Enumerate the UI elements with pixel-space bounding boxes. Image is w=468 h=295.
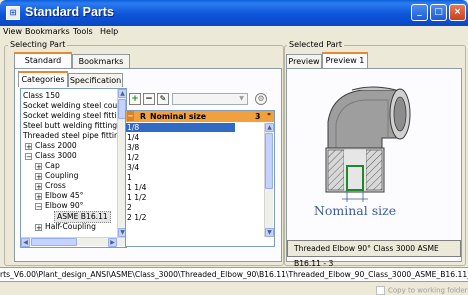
list-vertical-scrollbar[interactable]: ▲ ▼ — [264, 123, 274, 237]
column-value: 3 — [255, 112, 261, 121]
column-nominal-size[interactable]: Nominal size — [150, 112, 206, 121]
list-item[interactable]: 2 — [127, 203, 132, 212]
tree-item[interactable]: + Cap — [35, 161, 60, 171]
list-item[interactable]: 1/4 — [127, 133, 139, 142]
tab-preview-1[interactable]: Preview 1 — [322, 52, 368, 68]
menu-bar: View Bookmarks Tools Help — [0, 26, 468, 39]
tree-item[interactable]: Steel butt welding fitting — [23, 121, 117, 131]
chevron-down-icon[interactable]: ▼ — [237, 95, 246, 103]
tree-item[interactable]: + Half-Coupling — [35, 222, 96, 232]
tree-item[interactable]: + Class 2000 — [25, 141, 77, 151]
expand-icon[interactable]: + — [35, 182, 42, 190]
file-path-bar: rts_V6.00\Plant_design_ANSI\ASME\Class_3… — [0, 267, 468, 282]
column-unit: " — [267, 112, 272, 121]
selecting-part-label: Selecting Part — [8, 40, 68, 49]
scroll-up-icon[interactable]: ▲ — [265, 123, 274, 132]
expand-icon[interactable]: + — [35, 223, 42, 231]
nominal-size-list: − R Nominal size 3 " 1/8 1/4 3/8 1/2 3/4… — [125, 110, 275, 247]
tree-item[interactable]: Socket welding steel coupl — [23, 101, 124, 111]
menu-tools[interactable]: Tools — [73, 27, 93, 36]
collapse-icon[interactable]: − — [25, 152, 32, 160]
tree-item[interactable]: + Cross — [35, 181, 66, 191]
list-item[interactable]: 1 1/4 — [127, 183, 146, 192]
copy-to-working-folder-checkbox[interactable]: Copy to working folder — [376, 286, 468, 295]
title-bar: ⊞ Standard Parts _ □ × — [0, 0, 468, 26]
maximize-button[interactable]: □ — [430, 4, 447, 21]
list-item[interactable]: 2 1/2 — [127, 213, 146, 222]
tab-categories[interactable]: Categories — [18, 71, 68, 87]
tree-item[interactable]: − Class 3000 — [25, 151, 77, 161]
nominal-size-dimension-label: Nominal size — [314, 203, 396, 218]
minimize-button[interactable]: _ — [411, 4, 428, 21]
tab-preview[interactable]: Preview — [286, 54, 322, 68]
filter-dropdown[interactable]: ▼ — [172, 93, 248, 105]
checkbox-icon[interactable] — [376, 286, 385, 295]
menu-bookmarks[interactable]: Bookmarks — [25, 27, 70, 36]
tab-specification[interactable]: Specification — [68, 73, 123, 87]
grid-icon: ⊞ — [6, 6, 20, 20]
close-button[interactable]: × — [449, 4, 466, 21]
tree-item[interactable]: − Elbow 90° — [35, 201, 83, 211]
list-item[interactable]: 1 1/2 — [127, 193, 146, 202]
scroll-right-icon[interactable]: ▶ — [108, 238, 117, 247]
list-item[interactable]: 3/8 — [127, 143, 139, 152]
list-item[interactable]: 1 — [127, 173, 132, 182]
remove-icon[interactable]: − — [143, 93, 155, 105]
settings-icon[interactable]: ⚙ — [255, 93, 267, 105]
list-header: − R Nominal size 3 " — [126, 111, 274, 122]
list-item[interactable]: 1/2 — [127, 153, 139, 162]
expand-icon[interactable]: + — [35, 192, 42, 200]
selected-part-label: Selected Part — [287, 40, 345, 49]
tree-item[interactable]: + Coupling — [35, 171, 78, 181]
selected-part-status: Threaded Elbow 90° Class 3000 ASME B16.1… — [287, 240, 461, 268]
edit-icon[interactable]: ✎ — [157, 93, 169, 105]
category-tree: Class 150 Socket welding steel coupl Soc… — [20, 88, 127, 248]
menu-view[interactable]: View — [3, 27, 22, 36]
scroll-down-icon[interactable]: ▼ — [265, 228, 274, 237]
collapse-icon[interactable]: − — [35, 202, 42, 210]
tree-item[interactable]: + Elbow 45° — [35, 191, 83, 201]
scroll-thumb[interactable] — [31, 238, 77, 246]
scroll-up-icon[interactable]: ▲ — [118, 89, 126, 98]
tree-item[interactable]: Threaded steel pipe fitting — [23, 131, 124, 141]
tab-standard-parts[interactable]: Standard Parts — [14, 52, 72, 78]
list-item-selected[interactable]: 1/8 — [126, 123, 235, 132]
menu-help[interactable]: Help — [100, 27, 118, 36]
expand-icon[interactable]: + — [25, 142, 32, 150]
add-icon[interactable]: + — [129, 93, 141, 105]
collapse-icon[interactable]: − — [127, 111, 134, 121]
tree-item[interactable]: Socket welding steel fitting — [23, 111, 126, 121]
elbow-preview-drawing: Nominal size — [314, 86, 411, 218]
tree-horizontal-scrollbar[interactable]: ◀ ▶ — [21, 237, 126, 247]
scroll-thumb[interactable] — [265, 133, 273, 189]
expand-icon[interactable]: + — [35, 162, 42, 170]
tab-bookmarks[interactable]: Bookmarks — [72, 54, 130, 68]
scroll-left-icon[interactable]: ◀ — [21, 238, 30, 247]
window-title: Standard Parts — [25, 5, 114, 19]
expand-icon[interactable]: + — [35, 172, 42, 180]
tree-item[interactable]: Class 150 — [23, 91, 60, 101]
column-r[interactable]: R — [140, 112, 146, 121]
list-item[interactable]: 3/4 — [127, 163, 139, 172]
